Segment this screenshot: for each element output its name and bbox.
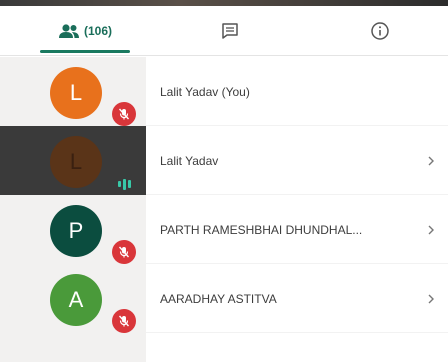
- participant-name: AARADHAY ASTITVA: [160, 291, 277, 306]
- participant-tile: A: [0, 264, 146, 333]
- avatar: A: [50, 274, 102, 326]
- chevron-right-icon[interactable]: [426, 264, 436, 333]
- participant-name: PARTH RAMESHBHAI DHUNDHAL...: [160, 222, 363, 237]
- avatar: L: [50, 67, 102, 119]
- participant-row[interactable]: L Lalit Yadav: [0, 126, 448, 195]
- info-icon: [371, 22, 389, 40]
- mic-off-icon: [112, 309, 136, 333]
- participant-row[interactable]: A AARADHAY ASTITVA: [0, 264, 448, 333]
- participant-tile: P: [0, 195, 146, 264]
- avatar: L: [50, 136, 102, 188]
- participant-count: (106): [83, 24, 112, 38]
- participant-tile: L: [0, 126, 146, 195]
- list-footer-space: [0, 333, 448, 362]
- participant-row[interactable]: P PARTH RAMESHBHAI DHUNDHAL...: [0, 195, 448, 264]
- participant-name: Lalit Yadav (You): [160, 84, 250, 99]
- chevron-right-icon[interactable]: [426, 195, 436, 264]
- participant-tile: L: [0, 57, 146, 126]
- tab-info[interactable]: [360, 6, 400, 56]
- mic-off-icon: [112, 240, 136, 264]
- people-icon: [58, 24, 79, 38]
- chevron-right-icon[interactable]: [426, 126, 436, 195]
- tab-participants[interactable]: (106): [40, 6, 130, 56]
- participant-name: Lalit Yadav: [160, 153, 219, 168]
- chat-icon: [222, 23, 238, 39]
- avatar: P: [50, 205, 102, 257]
- panel-tabs: (106): [0, 6, 448, 56]
- mic-off-icon: [112, 102, 136, 126]
- tab-chat[interactable]: [210, 6, 250, 56]
- participant-row[interactable]: L Lalit Yadav (You): [0, 57, 448, 126]
- active-tab-indicator: [40, 50, 130, 53]
- speaking-indicator-icon: [113, 177, 135, 191]
